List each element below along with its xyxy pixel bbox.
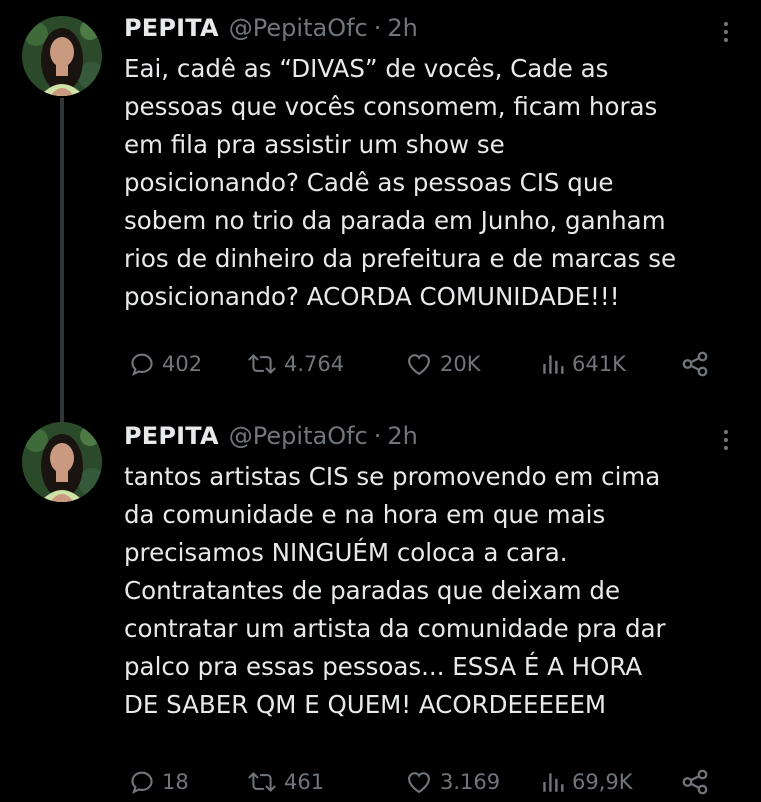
- more-icon[interactable]: [723, 22, 729, 42]
- reply-count: 402: [162, 352, 203, 376]
- share-button[interactable]: [680, 762, 710, 802]
- views-button[interactable]: 69,9K: [540, 762, 633, 802]
- like-count: 3.169: [440, 770, 501, 794]
- tweet-actions: 402 4.764 20K 641K: [128, 344, 718, 384]
- repost-button[interactable]: 4.764: [246, 344, 344, 384]
- view-count: 641K: [572, 352, 626, 376]
- tweet-header: PEPITA @PepitaOfc · 2h: [124, 422, 418, 456]
- avatar[interactable]: [22, 16, 102, 96]
- views-icon: [543, 773, 564, 792]
- repost-button[interactable]: 461: [246, 762, 324, 802]
- thread-connector-line: [60, 98, 64, 423]
- user-handle[interactable]: @PepitaOfc: [229, 14, 368, 42]
- repost-icon: [248, 772, 276, 792]
- tweet-actions: 18 461 3.169 69,9K: [128, 762, 718, 802]
- user-handle[interactable]: @PepitaOfc: [229, 422, 368, 450]
- share-button[interactable]: [680, 344, 710, 384]
- tweet-text: tantos artistas CIS se promovendo em cim…: [124, 462, 666, 719]
- reply-button[interactable]: 18: [128, 762, 189, 802]
- display-name[interactable]: PEPITA: [124, 422, 219, 450]
- views-icon: [543, 355, 564, 374]
- views-button[interactable]: 641K: [540, 344, 626, 384]
- tweet-text: Eai, cadê as “DIVAS” de vocês, Cade as p…: [124, 54, 677, 311]
- more-icon[interactable]: [723, 430, 729, 450]
- timestamp[interactable]: 2h: [387, 422, 417, 450]
- separator-dot: ·: [373, 422, 382, 450]
- reply-count: 18: [162, 770, 189, 794]
- repost-icon: [248, 354, 276, 374]
- timestamp[interactable]: 2h: [387, 14, 417, 42]
- share-icon: [682, 351, 708, 377]
- view-count: 69,9K: [572, 770, 633, 794]
- avatar[interactable]: [22, 422, 102, 502]
- like-button[interactable]: 3.169: [404, 762, 500, 802]
- heart-icon: [408, 354, 430, 376]
- heart-icon: [408, 772, 430, 794]
- reply-icon: [131, 353, 153, 376]
- reply-button[interactable]: 402: [128, 344, 202, 384]
- repost-count: 461: [284, 770, 325, 794]
- display-name[interactable]: PEPITA: [124, 14, 219, 42]
- repost-count: 4.764: [284, 352, 345, 376]
- like-button[interactable]: 20K: [404, 344, 481, 384]
- share-icon: [682, 769, 708, 795]
- like-count: 20K: [440, 352, 481, 376]
- reply-icon: [131, 771, 153, 794]
- tweet-header: PEPITA @PepitaOfc · 2h: [124, 14, 418, 48]
- separator-dot: ·: [373, 14, 382, 42]
